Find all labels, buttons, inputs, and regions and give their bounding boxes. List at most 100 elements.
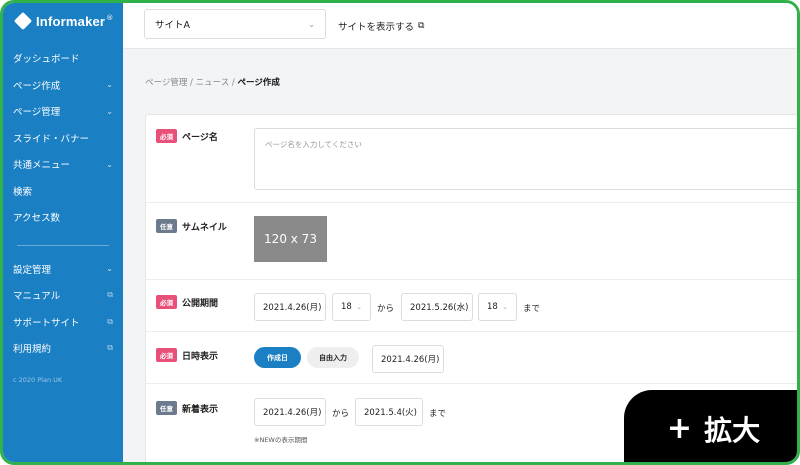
sidebar-item-settings[interactable]: 設定管理 ⌄ [3, 256, 123, 283]
page-name-placeholder: ページ名を入力してください [265, 140, 362, 149]
breadcrumb-item[interactable]: ニュース [196, 78, 230, 88]
datetime-display-date[interactable]: 2021.4.26(月) [372, 345, 444, 373]
field-label-text: 新着表示 [182, 404, 219, 415]
publish-end-date[interactable]: 2021.5.26(水) [401, 293, 473, 321]
form-row-datetime-display [146, 332, 797, 384]
from-text: から [377, 304, 395, 314]
field-label: 任意 新着表示 [156, 401, 218, 415]
publish-start-hour-select[interactable]: 18 ⌄ [332, 293, 371, 321]
sidebar-item-label: 利用規約 [13, 344, 52, 356]
required-badge: 必須 [156, 348, 177, 362]
view-site-link[interactable]: サイトを表示する ⧉ [338, 19, 424, 33]
field-label: 必須 ページ名 [156, 129, 218, 143]
breadcrumb: ページ管理 / ニュース / ページ作成 [145, 76, 280, 88]
sidebar-item-dashboard[interactable]: ダッシュボード [3, 45, 123, 72]
chevron-down-icon: ⌄ [106, 264, 113, 274]
sidebar-item-label: 設定管理 [13, 264, 52, 276]
sidebar-item-page-manage[interactable]: ページ管理 ⌄ [3, 98, 123, 125]
site-select[interactable]: サイトA ⌄ [144, 9, 326, 39]
new-end-date[interactable]: 2021.5.4(火) [355, 398, 423, 426]
chevron-down-icon: ⌄ [502, 303, 508, 311]
sidebar-item-label: 共通メニュー [13, 160, 71, 172]
chevron-down-icon: ⌄ [308, 19, 315, 29]
date-value: 2021.5.26(水) [410, 303, 469, 313]
sidebar: Informaker ® ダッシュボード ページ作成 ⌄ ページ管理 ⌄ スライド… [3, 3, 123, 462]
date-value: 2021.5.4(火) [364, 408, 417, 418]
thumbnail-size-text: 120 x 73 [264, 232, 317, 246]
site-select-value: サイトA [155, 20, 190, 31]
breadcrumb-current: ページ作成 [237, 78, 280, 88]
date-value: 2021.4.26(月) [263, 303, 322, 313]
sidebar-item-slide-banner[interactable]: スライド・バナー [3, 125, 123, 152]
brand-name: Informaker [36, 13, 106, 29]
datetime-option-created[interactable]: 作成日 [254, 347, 301, 368]
external-link-icon: ⧉ [418, 21, 425, 31]
pill-label: 自由入力 [319, 353, 347, 362]
sidebar-item-label: ダッシュボード [13, 54, 80, 66]
copyright: c 2020 Plan UK [13, 376, 63, 384]
chevron-down-icon: ⌄ [106, 159, 113, 169]
chevron-down-icon: ⌄ [106, 106, 113, 116]
plus-icon: + [666, 411, 693, 446]
form-row-thumbnail [146, 203, 797, 280]
pill-label: 作成日 [267, 353, 288, 362]
chevron-down-icon: ⌄ [106, 80, 113, 90]
form-row-publish-period [146, 280, 797, 332]
sidebar-item-search[interactable]: 検索 [3, 178, 123, 205]
sidebar-item-page-create[interactable]: ページ作成 ⌄ [3, 72, 123, 99]
field-label: 必須 日時表示 [156, 348, 218, 362]
sidebar-item-common-menu[interactable]: 共通メニュー ⌄ [3, 151, 123, 178]
field-label-text: 日時表示 [182, 351, 219, 362]
breadcrumb-separator: / [231, 78, 235, 88]
topbar: サイトA ⌄ サイトを表示する ⧉ [123, 3, 797, 49]
external-link-icon: ⧉ [107, 343, 113, 353]
external-link-icon: ⧉ [107, 290, 113, 300]
field-label: 任意 サムネイル [156, 219, 227, 233]
field-label-text: サムネイル [182, 222, 227, 233]
breadcrumb-separator: / [190, 78, 193, 88]
sidebar-item-access-count[interactable]: アクセス数 [3, 204, 123, 231]
logo-mark-icon [13, 11, 33, 31]
publish-start-date[interactable]: 2021.4.26(月) [254, 293, 326, 321]
optional-badge: 任意 [156, 219, 177, 233]
registered-mark: ® [106, 14, 114, 22]
app-frame: Informaker ® ダッシュボード ページ作成 ⌄ ページ管理 ⌄ スライド… [0, 0, 800, 465]
external-link-icon: ⧉ [107, 316, 113, 326]
brand-logo[interactable]: Informaker ® [13, 11, 114, 31]
new-start-date[interactable]: 2021.4.26(月) [254, 398, 326, 426]
sidebar-item-support[interactable]: サポートサイト ⧉ [3, 309, 123, 336]
zoom-label: 拡大 [704, 414, 761, 447]
sidebar-item-manual[interactable]: マニュアル ⧉ [3, 282, 123, 309]
sidebar-item-label: サポートサイト [13, 317, 80, 329]
sidebar-item-label: ページ管理 [13, 107, 61, 119]
required-badge: 必須 [156, 129, 177, 143]
sidebar-item-label: マニュアル [13, 291, 61, 303]
required-badge: 必須 [156, 295, 177, 309]
sidebar-nav: ダッシュボード ページ作成 ⌄ ページ管理 ⌄ スライド・バナー 共通メニュー … [3, 45, 123, 362]
thumbnail-placeholder[interactable]: 120 x 73 [254, 216, 327, 262]
datetime-option-free[interactable]: 自由入力 [307, 347, 359, 368]
page-name-input[interactable]: ページ名を入力してください [254, 128, 797, 190]
breadcrumb-item[interactable]: ページ管理 [145, 78, 187, 88]
new-display-note: ※NEWの表示期間 [254, 436, 308, 444]
sidebar-item-label: アクセス数 [13, 213, 61, 225]
sidebar-item-label: ページ作成 [13, 80, 61, 92]
date-value: 2021.4.26(月) [263, 408, 322, 418]
sidebar-item-terms[interactable]: 利用規約 ⧉ [3, 335, 123, 362]
until-text: まで [429, 409, 447, 419]
optional-badge: 任意 [156, 401, 177, 415]
hour-value: 18 [341, 302, 352, 312]
zoom-button[interactable]: + 拡大 [624, 390, 797, 462]
field-label: 必須 公開期間 [156, 295, 218, 309]
view-site-label: サイトを表示する [338, 22, 415, 33]
form-row-page-name: 必須 ページ名 ページ名を入力してください [146, 115, 797, 203]
chevron-down-icon: ⌄ [356, 303, 362, 311]
field-label-text: ページ名 [182, 132, 218, 143]
hour-value: 18 [487, 302, 498, 312]
sidebar-item-label: 検索 [13, 186, 33, 198]
until-text: まで [523, 304, 541, 314]
from-text: から [332, 409, 350, 419]
publish-end-hour-select[interactable]: 18 ⌄ [478, 293, 517, 321]
date-value: 2021.4.26(月) [381, 355, 440, 365]
sidebar-item-label: スライド・バナー [13, 133, 90, 145]
